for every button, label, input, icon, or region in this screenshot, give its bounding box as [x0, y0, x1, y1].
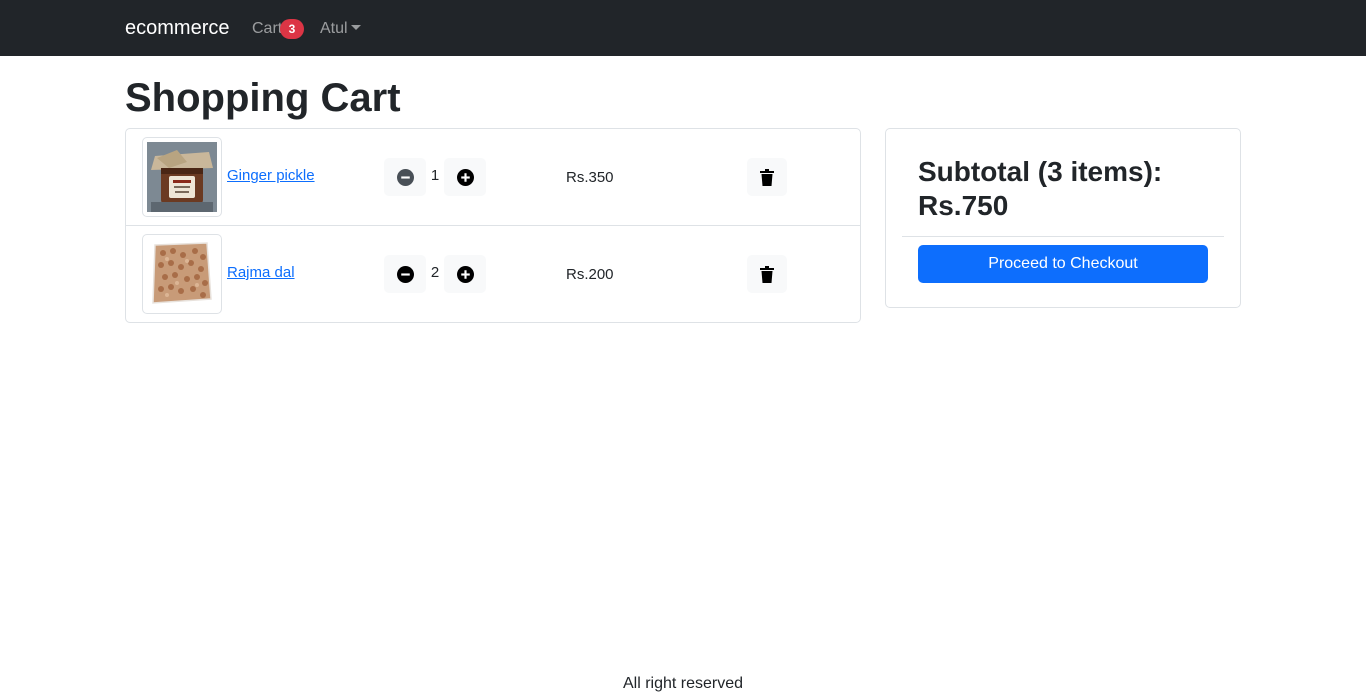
caret-down-icon	[350, 25, 361, 30]
user-name: Atul	[320, 20, 348, 37]
increase-quantity-button[interactable]	[444, 158, 486, 196]
plus-circle-icon	[456, 168, 474, 186]
product-link[interactable]: Ginger pickle	[227, 167, 315, 185]
quantity-value: 1	[430, 167, 440, 184]
page-title: Shopping Cart	[125, 76, 401, 120]
product-link[interactable]: Rajma dal	[227, 264, 295, 282]
pickle-jar-image	[147, 142, 217, 212]
minus-circle-icon	[396, 265, 414, 283]
item-price: Rs.350	[566, 169, 614, 186]
remove-item-button[interactable]	[747, 255, 787, 293]
cart-items-list: Ginger pickle 1 Rs.350 Rajma dal 2 Rs.20…	[125, 128, 861, 323]
product-image[interactable]	[142, 137, 222, 217]
rajma-bag-image	[147, 239, 217, 309]
brand-link[interactable]: ecommerce	[125, 16, 229, 40]
nav-cart-link[interactable]: Cart	[252, 19, 282, 39]
cart-item-row: Ginger pickle 1 Rs.350	[126, 129, 860, 226]
plus-circle-icon	[456, 265, 474, 283]
item-price: Rs.200	[566, 266, 614, 283]
order-summary-card: Subtotal (3 items): Rs.750 Proceed to Ch…	[885, 128, 1241, 308]
decrease-quantity-button[interactable]	[384, 255, 426, 293]
product-image[interactable]	[142, 234, 222, 314]
subtotal-amount: Rs.750	[918, 190, 1009, 221]
subtotal-label: Subtotal (3 items):	[918, 156, 1163, 187]
increase-quantity-button[interactable]	[444, 255, 486, 293]
trash-icon	[760, 265, 774, 283]
top-navbar: ecommerce Cart 3 Atul	[0, 0, 1366, 56]
minus-circle-icon	[396, 168, 414, 186]
user-dropdown[interactable]: Atul	[320, 19, 361, 39]
cart-count-badge: 3	[280, 19, 304, 39]
cart-item-row: Rajma dal 2 Rs.200	[126, 226, 860, 323]
footer-text: All right reserved	[622, 675, 744, 692]
subtotal-heading: Subtotal (3 items): Rs.750	[918, 155, 1218, 223]
decrease-quantity-button[interactable]	[384, 158, 426, 196]
remove-item-button[interactable]	[747, 158, 787, 196]
proceed-to-checkout-button[interactable]: Proceed to Checkout	[918, 245, 1208, 283]
trash-icon	[760, 168, 774, 186]
quantity-value: 2	[430, 264, 440, 281]
summary-divider	[902, 236, 1224, 237]
